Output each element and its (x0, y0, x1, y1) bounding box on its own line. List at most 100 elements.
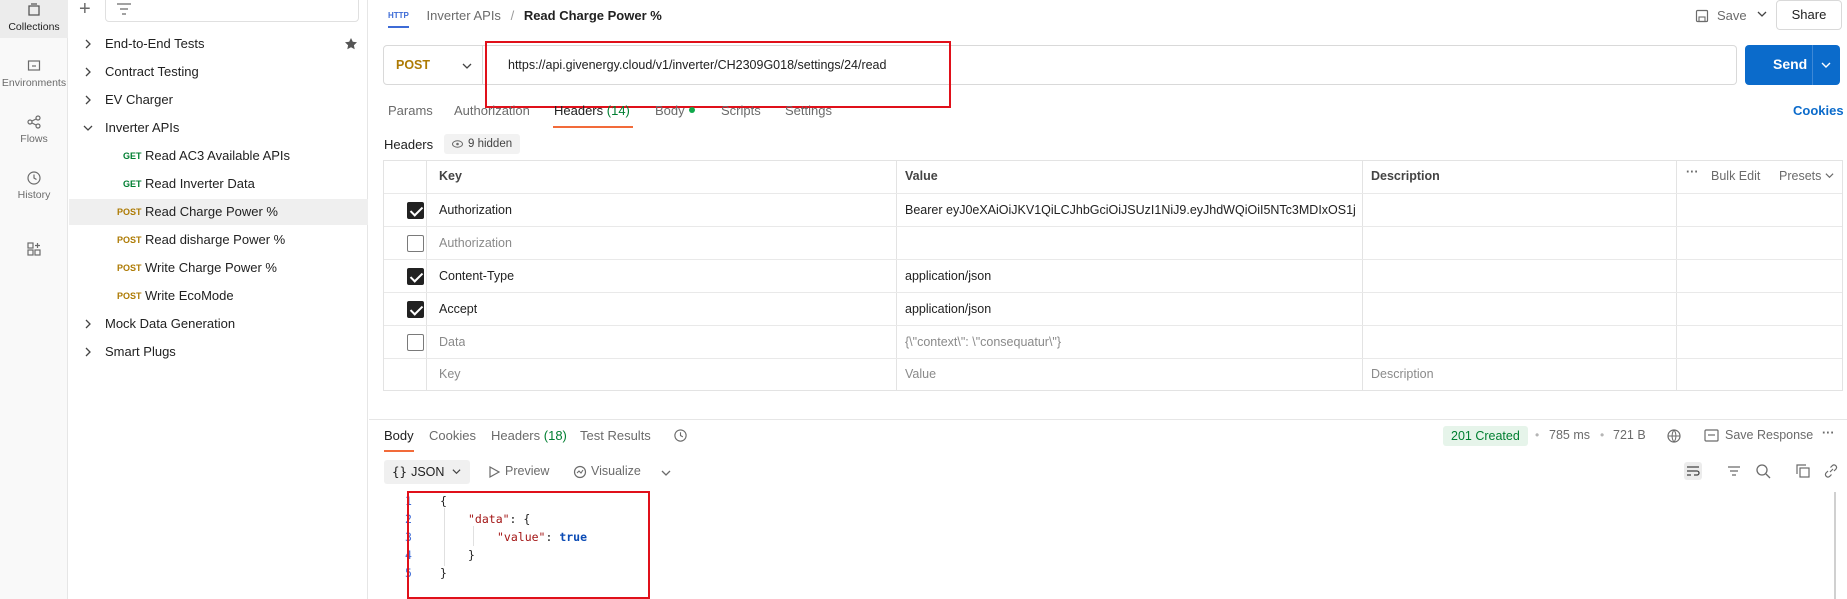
new-value-input[interactable]: Value (905, 359, 936, 389)
save-response-button[interactable]: Save Response (1725, 428, 1813, 442)
preview-button[interactable]: Preview (487, 464, 549, 479)
chevron-right-icon (85, 67, 91, 77)
table-row: Content-Type application/json (384, 260, 1842, 293)
rail-history[interactable]: History (0, 170, 68, 201)
tree-folder-end-to-end-tests[interactable]: End-to-End Tests (69, 31, 368, 57)
tab-body[interactable]: Body (655, 103, 695, 118)
chevron-right-icon (85, 347, 91, 357)
tree-request-read-charge-power[interactable]: POST Read Charge Power % (69, 199, 368, 225)
link-icon[interactable] (1822, 462, 1840, 480)
copy-icon[interactable] (1794, 462, 1812, 480)
breadcrumb-parent[interactable]: Inverter APIs (427, 8, 501, 23)
breadcrumb-separator: / (510, 8, 515, 23)
new-description-input[interactable]: Description (1371, 359, 1434, 389)
tree-request-read-disharge-power[interactable]: POST Read disharge Power % (69, 227, 368, 253)
tree-request-write-ecomode[interactable]: POST Write EcoMode (69, 283, 368, 309)
save-options-chevron-down-icon[interactable] (1757, 9, 1767, 19)
presets-label: Presets (1779, 169, 1822, 183)
method-select[interactable]: POST (383, 45, 483, 85)
cookies-link[interactable]: Cookies (1793, 103, 1844, 118)
format-select[interactable]: {} JSON (384, 460, 470, 484)
method-badge: POST (117, 235, 142, 245)
header-enabled-checkbox[interactable] (407, 334, 424, 351)
header-value-cell[interactable]: application/json (905, 293, 991, 325)
chevron-down-icon (462, 63, 472, 69)
tree-request-write-charge-power[interactable]: POST Write Charge Power % (69, 255, 368, 281)
rail-apps[interactable] (0, 241, 68, 260)
response-size[interactable]: 721 B (1613, 428, 1646, 442)
visualize-chevron-down-icon[interactable] (661, 468, 671, 478)
filter-icon[interactable] (1725, 462, 1743, 480)
rail-environments[interactable]: Environments (0, 58, 68, 89)
visualize-button[interactable]: Visualize (573, 464, 641, 479)
search-icon[interactable] (1754, 462, 1772, 480)
new-collection-plus-icon[interactable]: + (79, 0, 91, 21)
more-options-icon[interactable]: ··· (1822, 426, 1835, 440)
response-scrollbar[interactable] (1834, 492, 1836, 599)
header-key-cell[interactable]: Data (439, 326, 465, 358)
bulk-edit-button[interactable]: Bulk Edit (1711, 169, 1760, 183)
hidden-headers-toggle[interactable]: 9 hidden (444, 134, 521, 154)
tab-authorization[interactable]: Authorization (454, 103, 530, 118)
header-enabled-checkbox[interactable] (407, 268, 424, 285)
eye-icon (452, 140, 463, 148)
header-key-cell[interactable]: Content-Type (439, 260, 514, 292)
response-tab-body[interactable]: Body (384, 428, 414, 443)
table-row-empty: Key Value Description (384, 359, 1842, 390)
header-enabled-checkbox[interactable] (407, 301, 424, 318)
header-key-cell[interactable]: Authorization (439, 194, 512, 226)
tab-scripts[interactable]: Scripts (721, 103, 761, 118)
chevron-down-icon (1825, 173, 1834, 179)
tab-params[interactable]: Params (388, 103, 433, 118)
method-badge: POST (117, 291, 142, 301)
column-header-key: Key (439, 169, 462, 183)
tree-item-label: Write EcoMode (145, 288, 234, 303)
new-key-input[interactable]: Key (439, 359, 461, 389)
star-icon[interactable] (344, 37, 358, 51)
send-options-chevron-down-icon[interactable] (1821, 60, 1831, 70)
tab-settings[interactable]: Settings (785, 103, 832, 118)
method-value: POST (396, 58, 431, 72)
more-options-icon[interactable]: ··· (1686, 165, 1699, 179)
response-tab-test-results[interactable]: Test Results (580, 428, 651, 443)
tree-folder-contract-testing[interactable]: Contract Testing (69, 59, 368, 85)
share-button[interactable]: Share (1776, 0, 1842, 30)
response-tab-headers[interactable]: Headers (18) (491, 428, 567, 443)
method-badge: POST (117, 263, 142, 273)
column-header-description: Description (1371, 169, 1440, 183)
filter-icon[interactable] (117, 3, 131, 15)
header-value-cell[interactable]: application/json (905, 260, 991, 292)
presets-dropdown[interactable]: Presets (1779, 169, 1834, 183)
status-badge[interactable]: 201 Created (1443, 426, 1528, 446)
response-time[interactable]: 785 ms (1549, 428, 1590, 442)
braces-icon: {} (392, 464, 408, 479)
tree-request-read-ac3-available-apis[interactable]: GET Read AC3 Available APIs (69, 143, 368, 169)
send-divider (1812, 45, 1813, 85)
rail-collections[interactable]: Collections (0, 0, 68, 38)
url-highlight-box (485, 41, 951, 108)
header-enabled-checkbox[interactable] (407, 202, 424, 219)
send-button[interactable]: Send (1745, 45, 1840, 85)
tree-item-label: Smart Plugs (105, 344, 176, 359)
page-title[interactable]: Read Charge Power % (524, 8, 662, 23)
sidebar-search-input[interactable] (105, 0, 359, 22)
network-globe-icon[interactable] (1667, 428, 1683, 444)
tab-headers[interactable]: Headers (14) (554, 103, 630, 118)
tree-folder-mock-data-generation[interactable]: Mock Data Generation (69, 311, 368, 337)
header-enabled-checkbox[interactable] (407, 235, 424, 252)
breadcrumb: HTTP Inverter APIs / Read Charge Power % (388, 6, 662, 28)
history-icon[interactable] (673, 428, 688, 443)
save-button[interactable]: Save (1695, 4, 1747, 28)
header-value-cell[interactable]: Bearer eyJ0eXAiOiJKV1QiLCJhbGciOiJSUzI1N… (905, 194, 1355, 226)
chevron-right-icon (85, 319, 91, 329)
tree-item-label: Contract Testing (105, 64, 199, 79)
header-value-cell[interactable]: {\"context\": \"consequatur\"} (905, 326, 1061, 358)
header-key-cell[interactable]: Authorization (439, 227, 512, 259)
tree-folder-smart-plugs[interactable]: Smart Plugs (69, 339, 368, 365)
headers-table: Key Value Description ··· Bulk Edit Pres… (383, 160, 1843, 391)
tab-label: Body (655, 103, 685, 118)
tree-request-read-inverter-data[interactable]: GET Read Inverter Data (69, 171, 368, 197)
header-key-cell[interactable]: Accept (439, 293, 477, 325)
wrap-lines-icon[interactable] (1684, 462, 1702, 480)
response-tab-cookies[interactable]: Cookies (429, 428, 476, 443)
